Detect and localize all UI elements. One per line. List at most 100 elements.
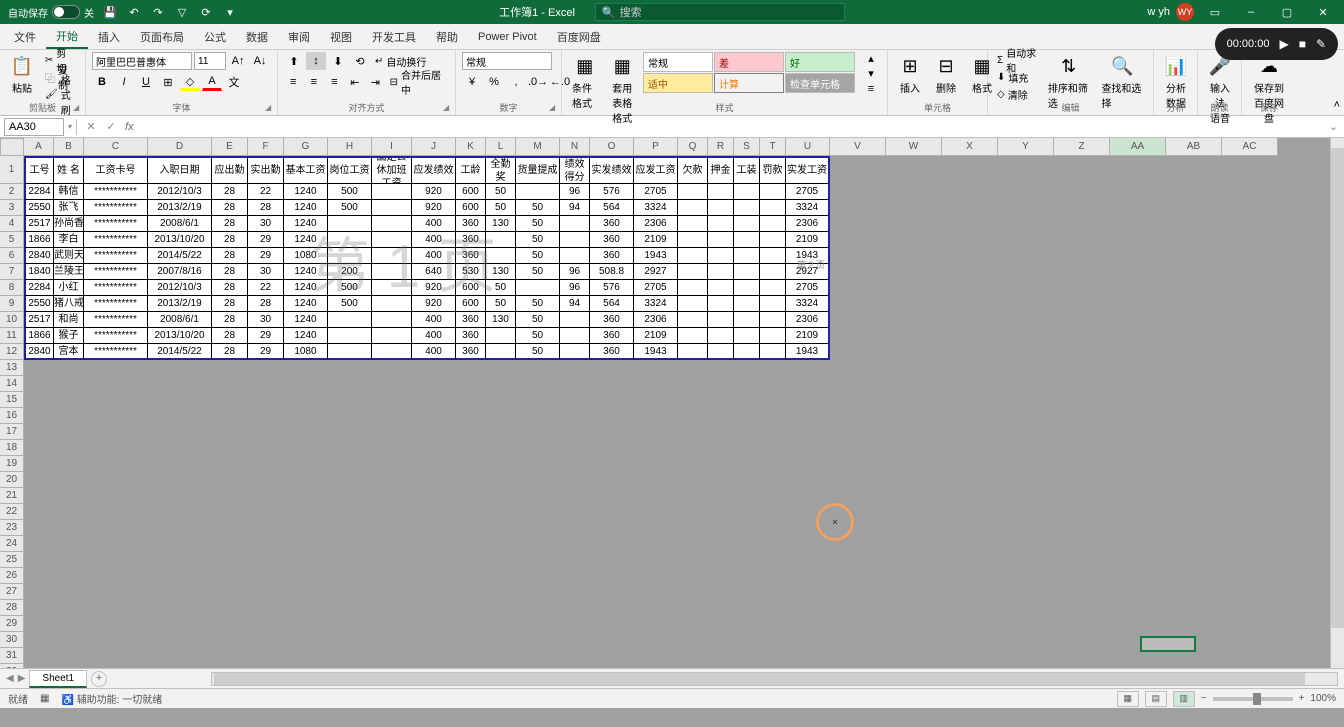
row-header[interactable]: 27: [0, 584, 24, 600]
cell[interactable]: [560, 232, 590, 248]
cell[interactable]: 1866: [24, 328, 54, 344]
ribbon-tab[interactable]: 百度网盘: [547, 24, 611, 49]
zoom-level[interactable]: 100%: [1310, 693, 1336, 704]
column-header[interactable]: E: [212, 138, 248, 156]
cell[interactable]: [760, 184, 786, 200]
cell[interactable]: 50: [516, 344, 560, 360]
cell[interactable]: 22: [248, 280, 284, 296]
column-header[interactable]: AA: [1110, 138, 1166, 156]
row-header[interactable]: 8: [0, 280, 24, 296]
cell[interactable]: [1110, 200, 1166, 216]
cell[interactable]: [886, 248, 942, 264]
cell[interactable]: 22: [248, 184, 284, 200]
row-header[interactable]: 23: [0, 520, 24, 536]
cell[interactable]: [1222, 216, 1278, 232]
zoom-in-icon[interactable]: +: [1299, 693, 1305, 704]
cell[interactable]: 固定公休加班工资: [372, 156, 412, 184]
cell[interactable]: [708, 328, 734, 344]
row-header[interactable]: 22: [0, 504, 24, 520]
cell[interactable]: 2008/6/1: [148, 312, 212, 328]
macro-record-icon[interactable]: ▦: [40, 693, 49, 704]
cell[interactable]: [1222, 280, 1278, 296]
cell[interactable]: 50: [516, 328, 560, 344]
cell[interactable]: [1222, 184, 1278, 200]
cell[interactable]: 50: [516, 296, 560, 312]
cell[interactable]: 50: [516, 216, 560, 232]
filter-icon[interactable]: ▽: [174, 4, 190, 20]
cell[interactable]: 1080: [284, 248, 328, 264]
column-header[interactable]: W: [886, 138, 942, 156]
column-header[interactable]: Y: [998, 138, 1054, 156]
cell[interactable]: [1110, 216, 1166, 232]
cell[interactable]: 28: [248, 296, 284, 312]
maximize-icon[interactable]: ▢: [1272, 2, 1302, 22]
row-header[interactable]: 10: [0, 312, 24, 328]
cell[interactable]: [942, 328, 998, 344]
edit-icon[interactable]: ✎: [1316, 37, 1326, 51]
cell[interactable]: [1110, 296, 1166, 312]
cell[interactable]: 2013/2/19: [148, 200, 212, 216]
style-neutral[interactable]: 适中: [643, 73, 713, 93]
cell[interactable]: 1866: [24, 232, 54, 248]
cell[interactable]: [328, 232, 372, 248]
cell[interactable]: 2705: [786, 280, 830, 296]
cell[interactable]: [1222, 264, 1278, 280]
cell[interactable]: 全勤奖: [486, 156, 516, 184]
cell[interactable]: [734, 248, 760, 264]
cell[interactable]: [734, 184, 760, 200]
row-header[interactable]: 6: [0, 248, 24, 264]
cell[interactable]: 2109: [786, 232, 830, 248]
cell[interactable]: 600: [456, 184, 486, 200]
cell[interactable]: [1054, 296, 1110, 312]
cell[interactable]: [708, 344, 734, 360]
cell[interactable]: [328, 248, 372, 264]
cell[interactable]: 360: [456, 232, 486, 248]
ribbon-tab[interactable]: Power Pivot: [468, 24, 547, 49]
cell[interactable]: [1222, 312, 1278, 328]
cell[interactable]: 400: [412, 312, 456, 328]
cell[interactable]: [1166, 248, 1222, 264]
cell[interactable]: 400: [412, 328, 456, 344]
cell[interactable]: [830, 312, 886, 328]
dialog-launcher-icon[interactable]: ◢: [73, 103, 83, 113]
cell[interactable]: 360: [590, 344, 634, 360]
cell[interactable]: [678, 200, 708, 216]
column-header[interactable]: B: [54, 138, 84, 156]
cell[interactable]: [734, 216, 760, 232]
cell[interactable]: 50: [486, 184, 516, 200]
autosave-toggle[interactable]: 自动保存 关: [8, 5, 94, 20]
cell[interactable]: [998, 280, 1054, 296]
cell[interactable]: [830, 200, 886, 216]
cell[interactable]: [942, 312, 998, 328]
cell[interactable]: [516, 280, 560, 296]
cell[interactable]: [372, 248, 412, 264]
table-format-button[interactable]: ▦ 套用 表格格式: [606, 52, 640, 127]
cell[interactable]: [998, 200, 1054, 216]
ribbon-tab[interactable]: 审阅: [278, 24, 320, 49]
cell[interactable]: [830, 248, 886, 264]
cell[interactable]: 50: [516, 232, 560, 248]
cell[interactable]: [942, 248, 998, 264]
cell[interactable]: 30: [248, 264, 284, 280]
cell[interactable]: 2517: [24, 312, 54, 328]
cell[interactable]: [886, 184, 942, 200]
italic-icon[interactable]: I: [114, 73, 134, 91]
normal-view-icon[interactable]: ▦: [1117, 691, 1139, 707]
cell[interactable]: 508.8: [590, 264, 634, 280]
cell[interactable]: 94: [560, 200, 590, 216]
row-header[interactable]: 24: [0, 536, 24, 552]
insert-button[interactable]: ⊞插入: [894, 52, 926, 97]
cell[interactable]: [998, 344, 1054, 360]
cell[interactable]: 96: [560, 264, 590, 280]
cell[interactable]: [886, 344, 942, 360]
cell[interactable]: 130: [486, 264, 516, 280]
cell[interactable]: [560, 312, 590, 328]
cell[interactable]: [1110, 264, 1166, 280]
page-layout-view-icon[interactable]: ▤: [1145, 691, 1167, 707]
cell[interactable]: [1166, 216, 1222, 232]
redo-icon[interactable]: ↷: [150, 4, 166, 20]
cell[interactable]: 28: [212, 312, 248, 328]
cell[interactable]: [560, 328, 590, 344]
column-header[interactable]: X: [942, 138, 998, 156]
ribbon-tab[interactable]: 帮助: [426, 24, 468, 49]
